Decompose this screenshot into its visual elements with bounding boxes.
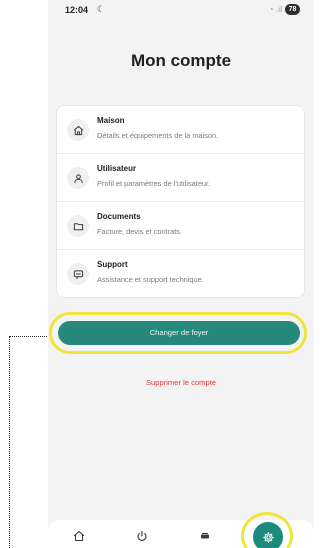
battery-icon: 78: [285, 4, 300, 15]
menu-item-title: Utilisateur: [97, 164, 137, 173]
gear-icon: [262, 531, 274, 543]
moon-icon: ☾: [97, 4, 106, 14]
power-icon: [137, 530, 147, 541]
chat-icon: [67, 263, 89, 285]
menu-item-maison[interactable]: Maison Détails et équipements de la mais…: [57, 106, 304, 154]
page: 12:04 ☾ ◔ .ıl 78 Mon compte Maison Détai…: [0, 0, 315, 548]
phone-screen: 12:04 ☾ ◔ .ıl 78 Mon compte Maison Détai…: [48, 0, 314, 548]
signal-icon: ◔ .ıl: [268, 5, 282, 14]
menu-item-utilisateur[interactable]: Utilisateur Profil et paramètres de l'ut…: [57, 154, 304, 202]
menu-item-subtitle: Profil et paramètres de l'utilisateur.: [97, 179, 211, 188]
page-title: Mon compte: [130, 51, 232, 70]
home-icon: [73, 530, 85, 542]
menu-item-subtitle: Assistance et support technique.: [97, 275, 204, 284]
menu-item-title: Maison: [97, 116, 125, 125]
status-right-group: ◔ .ıl 78: [269, 4, 300, 15]
status-bar: 12:04 ☾ ◔ .ıl 78: [48, 0, 314, 20]
tab-power[interactable]: [133, 527, 151, 545]
tab-settings[interactable]: [253, 522, 283, 548]
tab-home[interactable]: [70, 527, 88, 545]
bottom-tab-bar: [48, 520, 314, 548]
delete-account-link[interactable]: Supprimer le compte: [48, 378, 314, 387]
tab-meter[interactable]: [196, 527, 214, 545]
folder-icon: [67, 215, 89, 237]
menu-item-support[interactable]: Support Assistance et support technique.: [57, 250, 304, 298]
annotation-connector-line: [9, 336, 49, 548]
home-icon: [67, 119, 89, 141]
user-icon: [67, 167, 89, 189]
menu-item-subtitle: Facture, devis et contrats.: [97, 227, 183, 236]
menu-item-title: Support: [97, 260, 128, 269]
status-time: 12:04: [65, 5, 89, 15]
meter-icon: [201, 533, 209, 539]
menu-item-subtitle: Détails et équipements de la maison.: [97, 131, 219, 140]
account-menu-card: Maison Détails et équipements de la mais…: [56, 105, 305, 298]
menu-item-documents[interactable]: Documents Facture, devis et contrats.: [57, 202, 304, 250]
menu-item-title: Documents: [97, 212, 141, 221]
change-home-button[interactable]: Changer de foyer: [58, 321, 300, 345]
